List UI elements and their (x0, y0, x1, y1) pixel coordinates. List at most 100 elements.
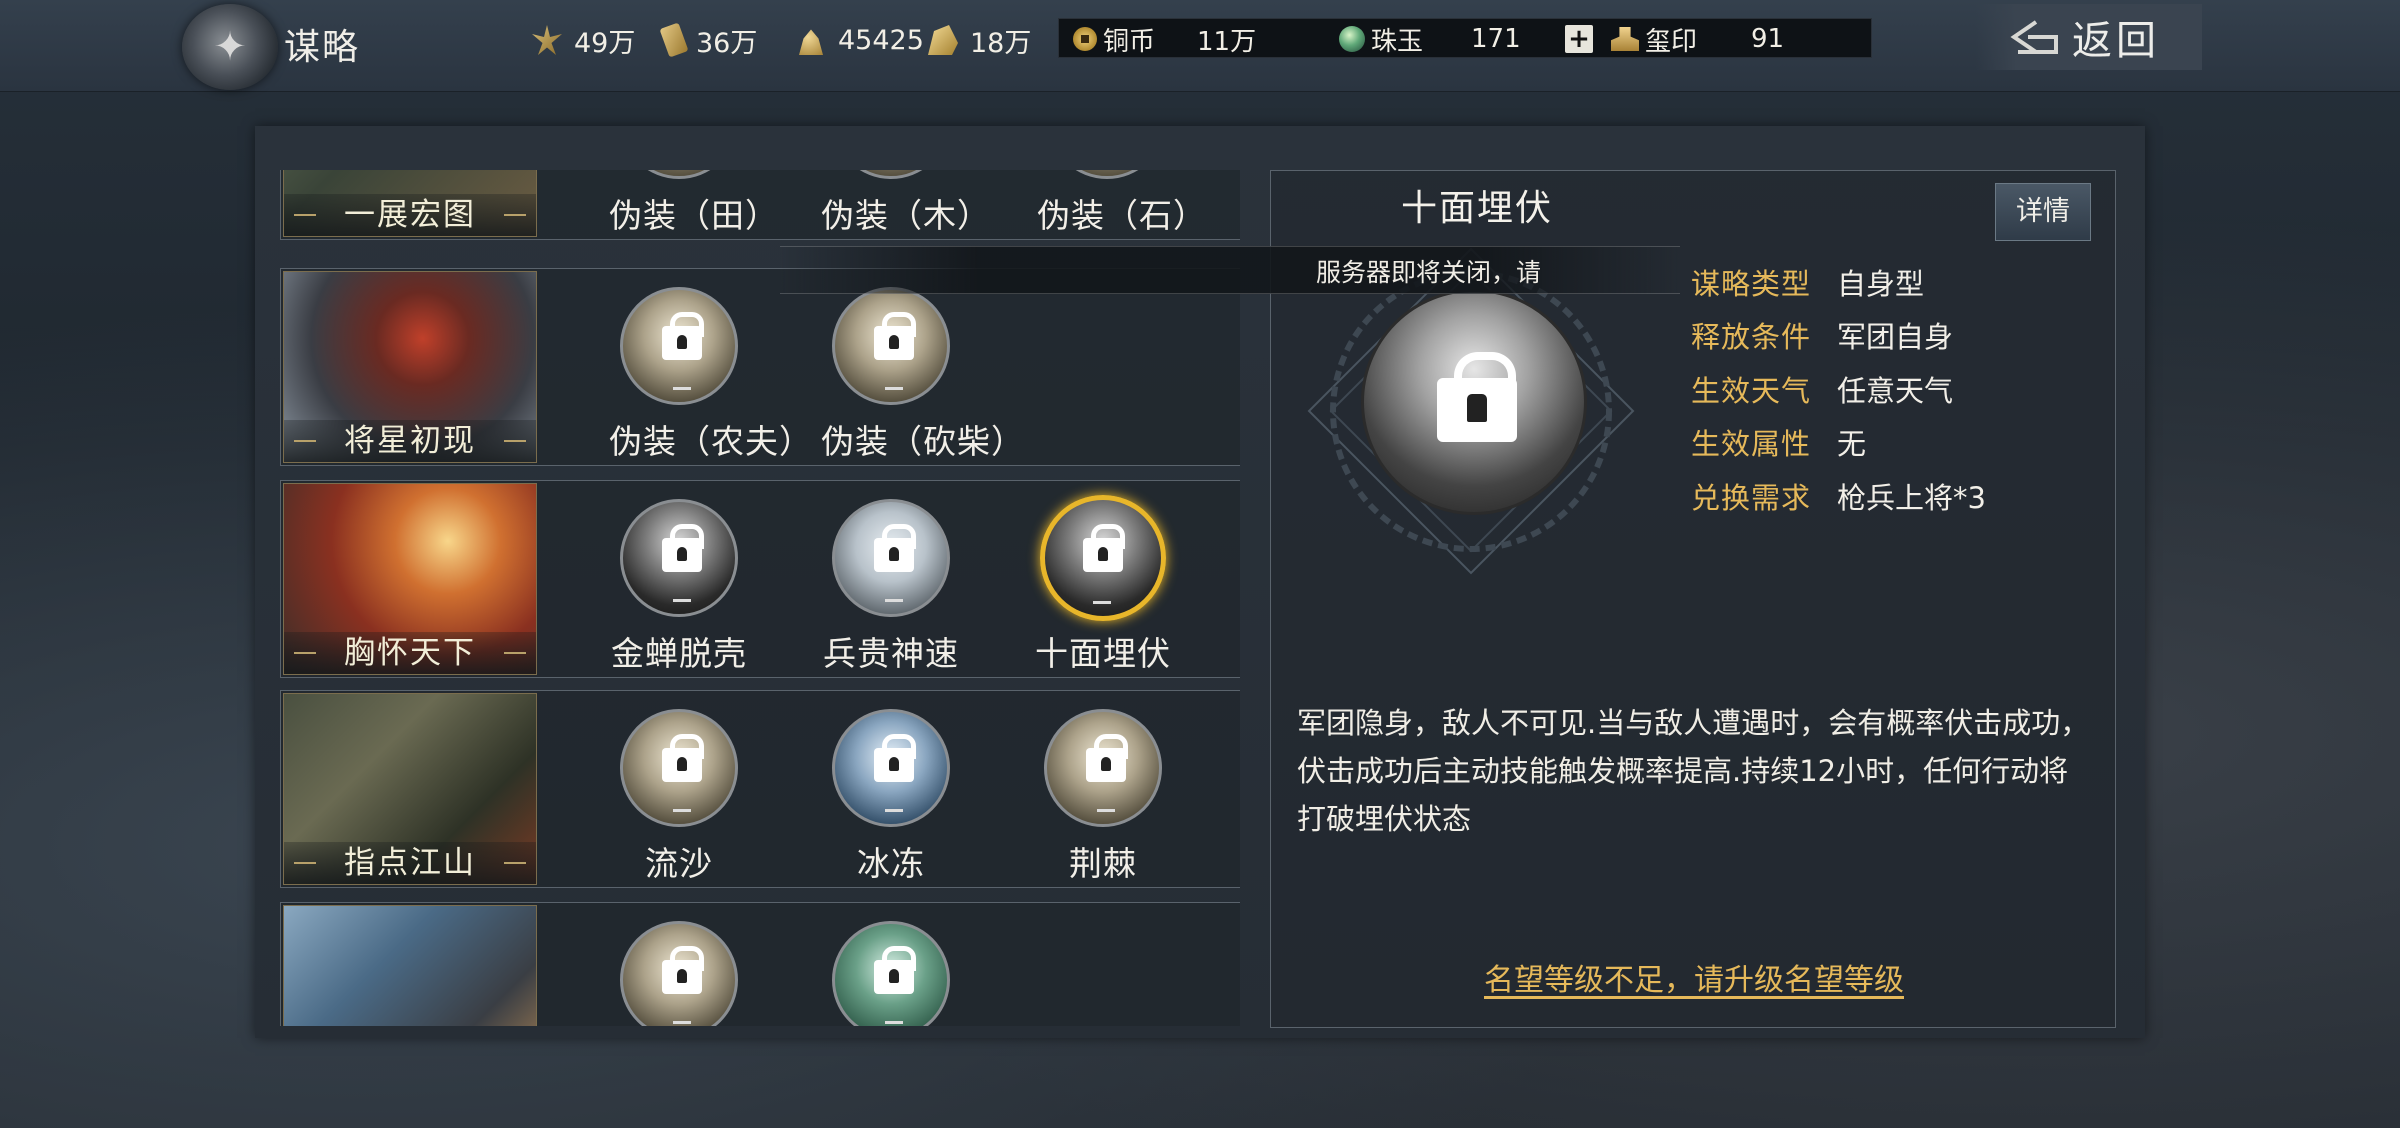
stratagem-group-row (280, 902, 1240, 1026)
lock-icon (1083, 524, 1125, 572)
skill-name: 伪装（砍柴） (821, 422, 1025, 461)
lock-icon (662, 946, 704, 994)
stratagem-group-row: 指点江山 流沙 冰冻 荆棘 (280, 690, 1240, 888)
skill-icon (1048, 170, 1166, 179)
stratagem-detail-panel: 十面埋伏 详情 谋略类型 自身型 释放条件 军团自身 生效天气 任意天气 生效属… (1270, 170, 2116, 1028)
group-name: 将星初现 (284, 420, 536, 462)
group-name: 指点江山 (284, 842, 536, 884)
skill-name: 伪装（农夫） (609, 422, 813, 461)
lock-icon (1437, 352, 1517, 442)
stratagem-group-row: 将星初现 伪装（农夫） 伪装（砍柴） (280, 268, 1240, 466)
back-arrow-icon (2010, 20, 2058, 54)
stratagem-emblem-icon: ✦ (182, 4, 278, 90)
group-name: 一展宏图 (284, 194, 536, 236)
skill-icon (620, 709, 738, 827)
top-bar: ✦ 谋略 49万 36万 45425 18万 铜币 11万 珠玉 171 + 玺… (0, 0, 2400, 92)
group-banner: 将星初现 (283, 271, 537, 463)
lock-icon (662, 524, 704, 572)
currency-copper: 铜币 (1073, 19, 1155, 59)
skill-icon (832, 499, 950, 617)
attribute-key: 谋略类型 (1691, 266, 1812, 301)
skill-item[interactable]: 伪装（木） (821, 170, 991, 237)
group-name: 胸怀天下 (284, 632, 536, 674)
skill-name: 金蝉脱壳 (611, 634, 747, 673)
iron-icon (928, 25, 958, 55)
skill-icon (620, 499, 738, 617)
attribute-row: 谋略类型 自身型 (1691, 255, 1986, 309)
lock-icon (662, 734, 704, 782)
selected-skill-icon (1361, 289, 1587, 515)
attribute-value: 无 (1837, 427, 1867, 462)
skill-item[interactable]: 荆棘 (1033, 709, 1173, 885)
skill-icon (620, 921, 738, 1026)
resource-iron: 18万 (928, 20, 1031, 60)
skill-icon (620, 287, 738, 405)
skill-item[interactable]: 金蝉脱壳 (609, 499, 749, 675)
lock-icon (874, 946, 916, 994)
attribute-row: 释放条件 军团自身 (1691, 309, 1986, 363)
stratagem-list[interactable]: 一展宏图 伪装（田） 伪装（木） 伪装（石） 将星初现 伪装（农夫） 伪装（砍柴… (280, 170, 1240, 1026)
back-label: 返回 (2072, 18, 2160, 64)
lock-icon (874, 734, 916, 782)
skill-name: 冰冻 (857, 844, 925, 883)
skill-name: 十面埋伏 (1035, 634, 1171, 673)
attribute-list: 谋略类型 自身型 释放条件 军团自身 生效天气 任意天气 生效属性 无 兑换需求… (1691, 255, 1986, 523)
group-banner: 一展宏图 (283, 170, 537, 237)
page-title: 谋略 (284, 27, 361, 68)
skill-item[interactable]: 伪装（石） (1037, 170, 1206, 237)
seal-label: 玺印 (1645, 26, 1698, 57)
toast-text: 服务器即将关闭，请 (1316, 258, 1542, 287)
attribute-row: 生效属性 无 (1691, 416, 1986, 470)
jade-icon (1339, 26, 1365, 52)
skill-item[interactable] (821, 921, 961, 1026)
stratagem-group-row: 胸怀天下 金蝉脱壳 兵贵神速 十面埋伏 (280, 480, 1240, 678)
iron-value: 18万 (970, 27, 1032, 59)
copper-value: 11万 (1197, 26, 1257, 57)
wood-icon (659, 22, 689, 58)
attribute-value: 枪兵上将*3 (1837, 480, 1986, 515)
attribute-key: 释放条件 (1691, 320, 1812, 355)
jade-value: 171 (1471, 24, 1521, 54)
group-banner: 胸怀天下 (283, 483, 537, 675)
details-button[interactable]: 详情 (1995, 183, 2091, 241)
skill-item[interactable]: 流沙 (609, 709, 749, 885)
jade-label: 珠玉 (1371, 26, 1424, 57)
grain-value: 49万 (574, 27, 636, 59)
lock-icon (1086, 734, 1128, 782)
currency-bar: 铜币 11万 珠玉 171 + 玺印 91 (1058, 18, 1872, 58)
skill-item[interactable]: 冰冻 (821, 709, 961, 885)
attribute-value: 任意天气 (1837, 373, 1954, 408)
stone-icon (799, 29, 823, 55)
skill-item[interactable]: 兵贵神速 (821, 499, 961, 675)
attribute-row: 生效天气 任意天气 (1691, 362, 1986, 416)
skill-name: 伪装（木） (821, 196, 991, 235)
skill-item[interactable]: 伪装（砍柴） (821, 287, 1025, 463)
skill-description: 军团隐身，敌人不可见.当与敌人遭遇时，会有概率伏击成功，伏击成功后主动技能触发概… (1297, 706, 2090, 836)
copper-label: 铜币 (1103, 26, 1156, 57)
seal-value: 91 (1751, 24, 1785, 54)
back-button[interactable]: 返回 (1976, 4, 2202, 70)
skill-item[interactable]: 伪装（田） (609, 170, 779, 237)
skill-icon (832, 287, 950, 405)
resource-grain: 49万 (532, 20, 635, 60)
stone-value: 45425 (838, 24, 924, 56)
add-currency-button[interactable]: + (1565, 25, 1593, 53)
detail-title: 十面埋伏 (1401, 188, 1554, 229)
seal-icon (1611, 27, 1639, 51)
grain-icon (532, 25, 562, 55)
wood-value: 36万 (696, 27, 758, 59)
skill-name: 伪装（田） (609, 196, 779, 235)
attribute-key: 生效属性 (1691, 427, 1812, 462)
upgrade-prestige-link[interactable]: 名望等级不足，请升级名望等级 (1271, 955, 2117, 999)
lock-icon (874, 524, 916, 572)
skill-item[interactable]: 伪装（农夫） (609, 287, 813, 463)
skill-name: 兵贵神速 (823, 634, 959, 673)
skill-item-selected[interactable]: 十面埋伏 (1033, 495, 1173, 675)
copper-coin-icon (1073, 27, 1097, 51)
lock-icon (662, 312, 704, 360)
skill-item[interactable] (609, 921, 749, 1026)
lock-icon (874, 312, 916, 360)
resource-stone: 45425 (796, 20, 924, 60)
currency-jade: 珠玉 (1339, 19, 1423, 59)
attribute-key: 生效天气 (1691, 373, 1812, 408)
